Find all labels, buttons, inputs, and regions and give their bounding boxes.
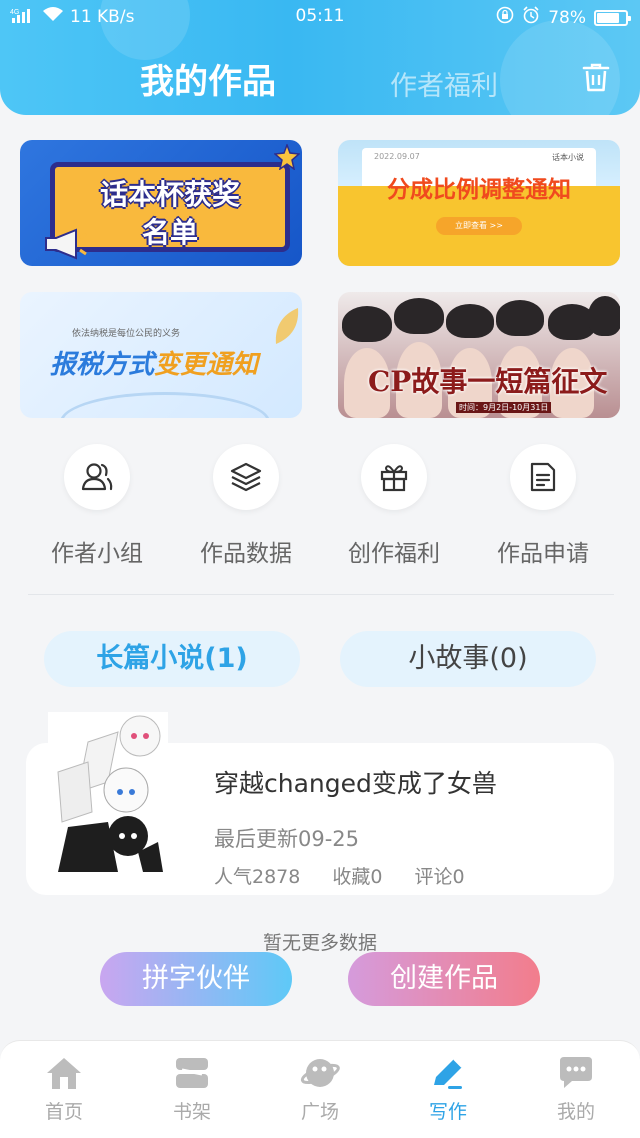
no-more-data-text: 暂无更多数据 <box>262 932 377 954</box>
rotation-lock-icon <box>496 6 514 29</box>
bottom-nav: 首页 书架 广场 写作 我的 <box>0 1040 640 1138</box>
pen-icon <box>428 1055 468 1091</box>
nav-bookshelf[interactable]: 书架 <box>142 1055 242 1124</box>
view-now-button[interactable]: 立即查看 >> <box>436 217 522 235</box>
work-last-updated: 最后更新09-25 <box>214 827 360 851</box>
quick-label: 作品申请 <box>497 541 589 567</box>
gift-icon <box>361 444 427 510</box>
nav-label: 我的 <box>556 1101 595 1123</box>
banner-date: 2022.09.07 <box>374 152 420 161</box>
header: 4G 11 KB/s 05:11 78% 我的作品 作者福利 <box>0 0 640 115</box>
battery-icon <box>594 9 631 26</box>
banner-title-part-a: 报税方式 <box>50 350 155 380</box>
work-popularity: 人气2878 <box>214 866 301 888</box>
banner-date-range: 时间：9月2日-10月31日 <box>456 402 552 413</box>
nav-label: 写作 <box>428 1101 467 1123</box>
banner-revenue-notice[interactable]: 2022.09.07 话本小说 分成比例调整通知 立即查看 >> <box>338 140 620 266</box>
work-favorites: 收藏0 <box>332 866 383 888</box>
quick-author-group[interactable]: 作者小组 <box>22 444 172 568</box>
chat-bubble-icon <box>556 1055 596 1091</box>
banner-title-part-b: 变更通知 <box>154 350 259 380</box>
status-bar: 4G 11 KB/s 05:11 78% <box>0 0 640 34</box>
banner-award-list[interactable]: 话本杯获奖 名单 <box>20 140 302 266</box>
document-icon <box>510 444 576 510</box>
group-icon <box>64 444 130 510</box>
banner-title: 报税方式变更通知 <box>50 344 258 381</box>
bookshelf-icon <box>172 1055 212 1091</box>
nav-write[interactable]: 写作 <box>398 1055 498 1124</box>
create-work-button[interactable]: 创建作品 <box>348 952 540 1006</box>
nav-label: 广场 <box>300 1101 339 1123</box>
nav-home[interactable]: 首页 <box>14 1055 114 1124</box>
quick-label: 创作福利 <box>348 541 440 567</box>
alarm-icon <box>522 6 540 29</box>
nav-mine[interactable]: 我的 <box>526 1055 626 1124</box>
banner-tax-notice[interactable]: 依法纳税是每位公民的义务 报税方式变更通知 <box>20 292 302 418</box>
leaf-icon <box>275 308 299 344</box>
work-title[interactable]: 穿越changed变成了女兽 <box>214 764 497 800</box>
divider <box>28 594 614 595</box>
quick-label: 作品数据 <box>200 541 292 567</box>
home-icon <box>44 1055 84 1091</box>
quick-creation-benefits[interactable]: 创作福利 <box>319 444 469 568</box>
quick-label: 作者小组 <box>51 541 143 567</box>
nav-label: 书架 <box>172 1101 211 1123</box>
planet-icon <box>300 1055 340 1091</box>
megaphone-icon <box>42 228 88 260</box>
banner-source: 话本小说 <box>552 153 584 162</box>
quick-work-application[interactable]: 作品申请 <box>468 444 618 568</box>
banner-title-line2: 名单 <box>141 216 198 249</box>
nav-label: 首页 <box>44 1101 83 1123</box>
tab-author-benefits[interactable]: 作者福利 <box>390 64 498 103</box>
quick-work-data[interactable]: 作品数据 <box>171 444 321 568</box>
tab-my-works[interactable]: 我的作品 <box>140 54 276 103</box>
nav-plaza[interactable]: 广场 <box>270 1055 370 1124</box>
work-comments: 评论0 <box>414 866 465 888</box>
partner-button[interactable]: 拼字伙伴 <box>100 952 292 1006</box>
banner-cp-story-contest[interactable]: CP故事一短篇征文 时间：9月2日-10月31日 <box>338 292 620 418</box>
banner-subtitle: 依法纳税是每位公民的义务 <box>72 329 181 339</box>
battery-percent: 78% <box>548 7 586 28</box>
layers-icon <box>213 444 279 510</box>
trash-icon[interactable] <box>582 62 610 92</box>
banner-title-line1: 话本杯获奖 <box>99 178 240 211</box>
star-icon <box>274 144 300 170</box>
work-stats: 人气2878 收藏0 评论0 <box>214 862 491 889</box>
tab-short-stories[interactable]: 小故事(0) <box>340 631 596 687</box>
banner-title: CP故事一短篇征文 <box>368 365 608 398</box>
tab-long-novels[interactable]: 长篇小说(1) <box>44 631 300 687</box>
banner-title: 分成比例调整通知 <box>387 177 571 203</box>
decorative-arc <box>60 392 270 418</box>
work-cover-image[interactable] <box>48 712 168 872</box>
